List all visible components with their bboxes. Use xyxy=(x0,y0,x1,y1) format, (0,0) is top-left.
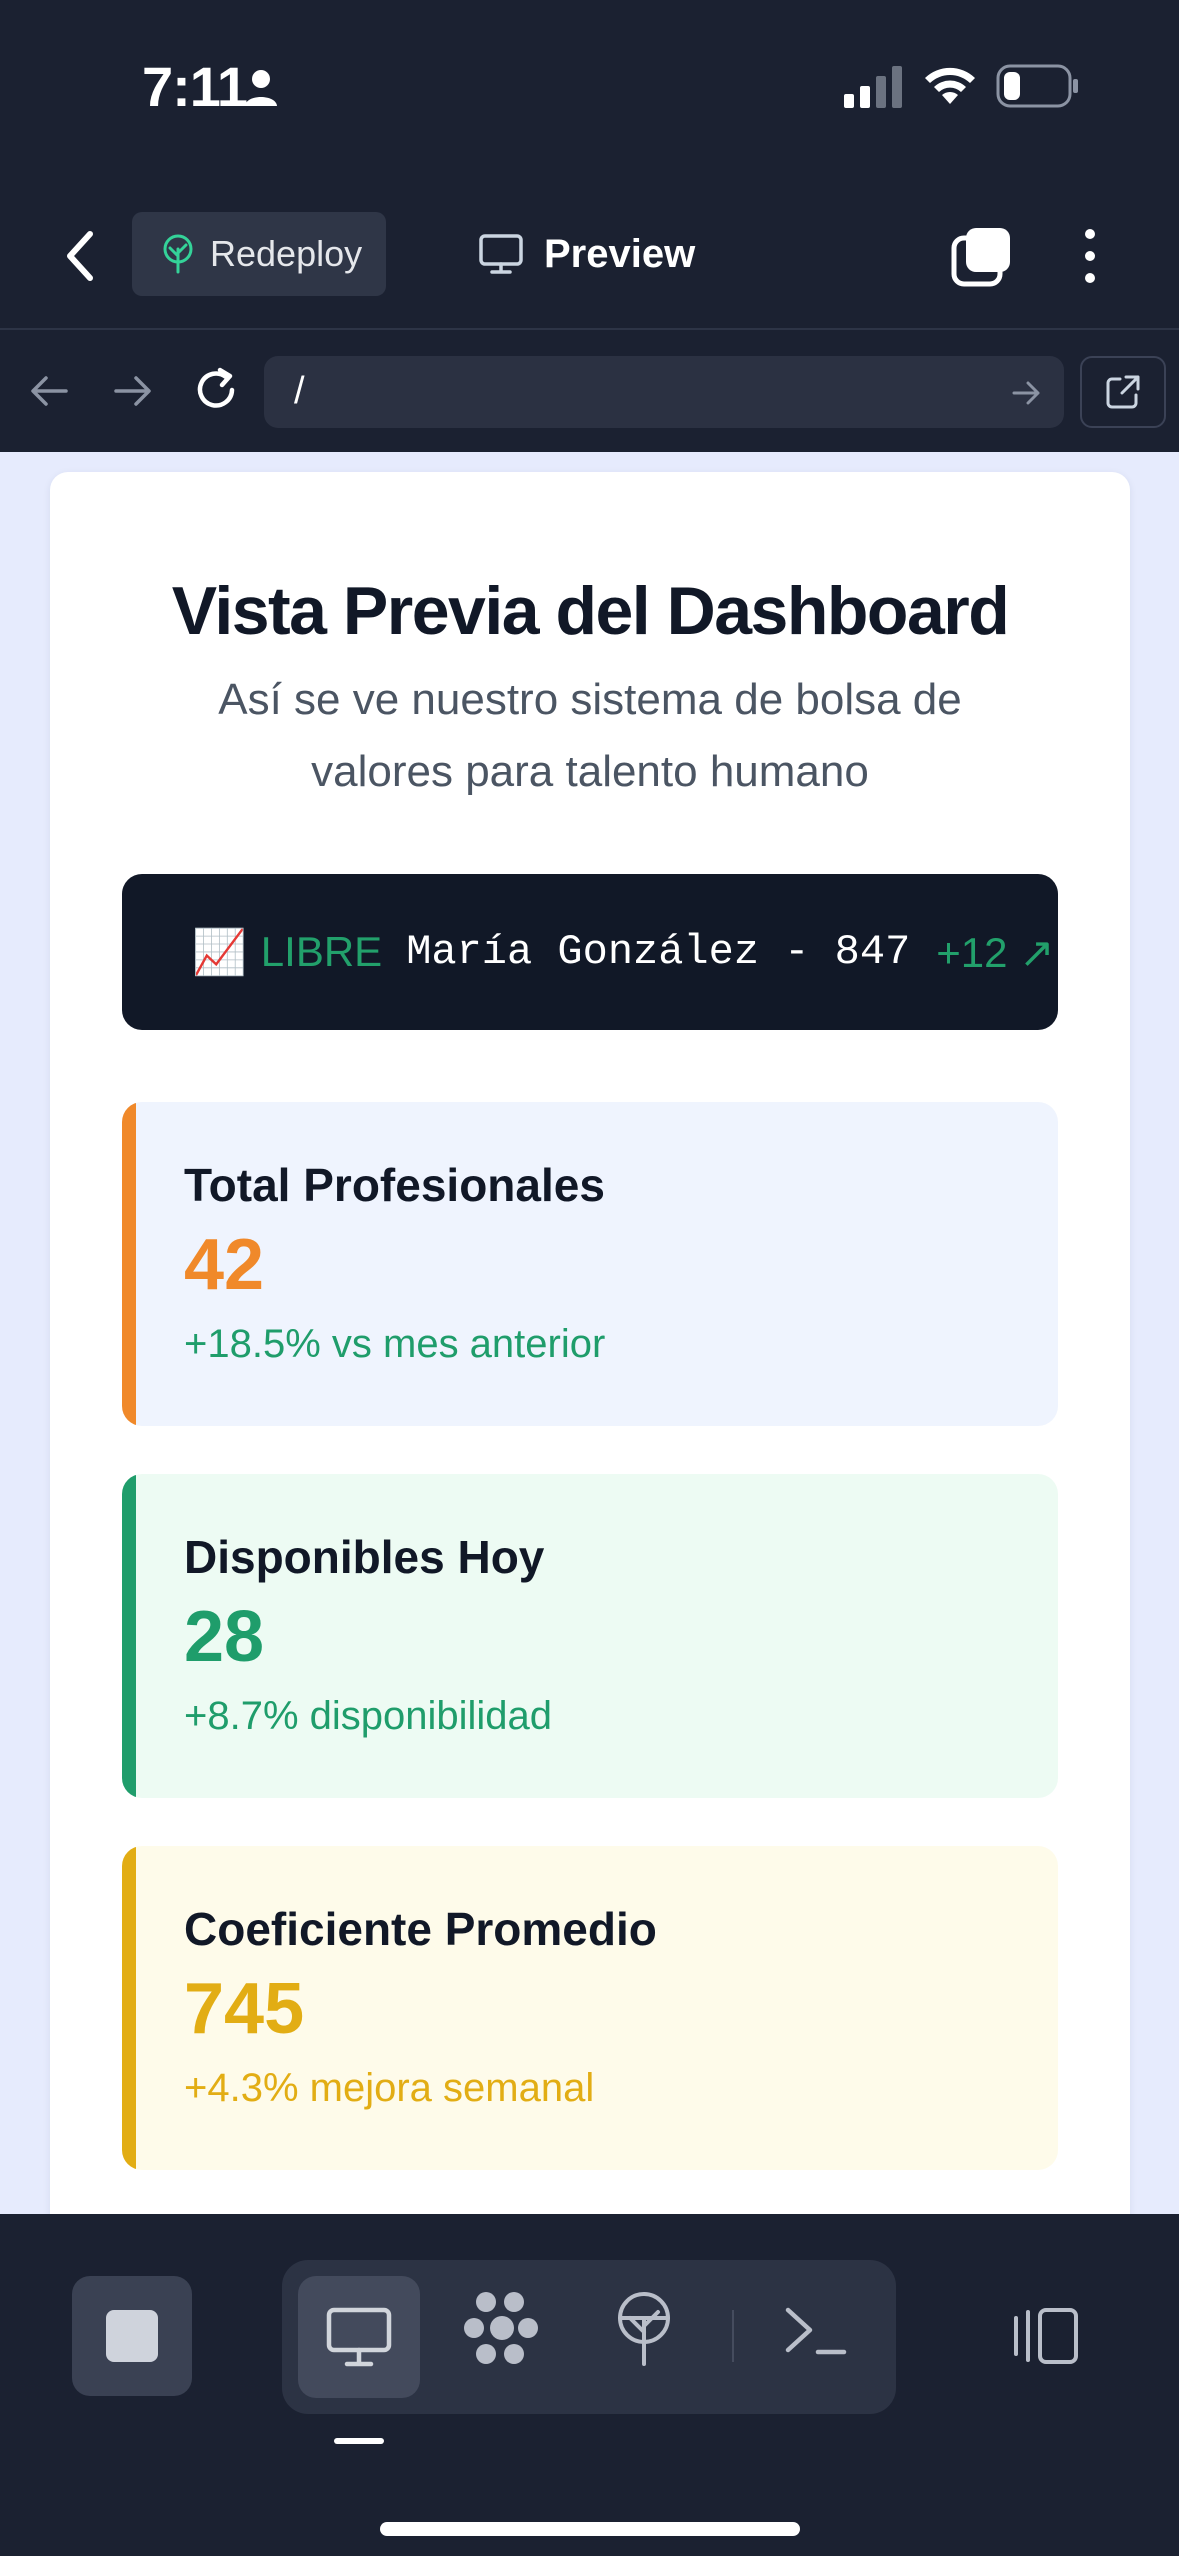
app-header: Redeploy Preview xyxy=(0,180,1179,330)
reload-icon[interactable] xyxy=(190,364,242,421)
stat-trend: +18.5% vs mes anterior xyxy=(184,1322,606,1366)
mode-switcher xyxy=(282,2260,896,2414)
stat-trend: +4.3% mejora semanal xyxy=(184,2066,595,2110)
stat-label: Total Profesionales xyxy=(184,1159,605,1211)
chevron-left-icon xyxy=(67,231,93,281)
back-button[interactable] xyxy=(60,226,110,286)
url-text: / xyxy=(294,370,305,412)
preview-label: Preview xyxy=(544,231,696,276)
deploy-icon[interactable] xyxy=(612,2288,676,2373)
monitor-icon xyxy=(479,234,523,274)
stat-card-available-today: Disponibles Hoy 28 +8.7% disponibilidad xyxy=(122,1474,1058,1798)
ticker-change: +12 ↗ xyxy=(936,928,1055,976)
monitor-icon xyxy=(326,2307,392,2367)
accent-stripe xyxy=(122,1102,136,1426)
more-vertical-icon xyxy=(1085,229,1095,283)
stat-card-average-coefficient: Coeficiente Promedio 745 +4.3% mejora se… xyxy=(122,1846,1058,2170)
divider xyxy=(732,2310,734,2362)
layout-panel-icon[interactable] xyxy=(1010,2306,1080,2371)
stat-label: Disponibles Hoy xyxy=(184,1531,545,1583)
ticker-entry: María González - 847 xyxy=(406,928,911,976)
bottom-toolbar xyxy=(0,2214,1179,2556)
tabs-button[interactable] xyxy=(950,224,1014,288)
battery-icon xyxy=(996,64,1080,113)
stat-label: Coeficiente Promedio xyxy=(184,1903,657,1955)
url-bar: / xyxy=(0,332,1179,452)
status-time: 7:11 xyxy=(142,55,248,118)
stat-value: 745 xyxy=(184,1969,305,2049)
preview-tab[interactable]: Preview xyxy=(478,212,695,296)
open-external-button[interactable] xyxy=(1080,356,1166,428)
page-title: Vista Previa del Dashboard xyxy=(171,573,1010,649)
stop-icon xyxy=(106,2310,158,2362)
external-link-icon xyxy=(1106,375,1140,409)
stat-value: 42 xyxy=(184,1225,265,1305)
accent-stripe xyxy=(122,1474,136,1798)
preview-mode-button[interactable] xyxy=(298,2276,420,2398)
chart-up-icon: 📈 xyxy=(192,928,247,977)
stat-card-total-professionals: Total Profesionales 42 +18.5% vs mes ant… xyxy=(122,1102,1058,1426)
arrow-right-icon[interactable] xyxy=(110,368,156,419)
person-icon xyxy=(244,68,278,113)
tabs-icon xyxy=(951,228,1010,287)
redeploy-button[interactable]: Redeploy xyxy=(132,212,386,296)
status-bar: 7:11 xyxy=(0,0,1179,180)
accent-stripe xyxy=(122,1846,136,2170)
terminal-icon[interactable] xyxy=(782,2300,848,2365)
stock-ticker: 📈 LIBRE María González - 847 +12 ↗ xyxy=(122,874,1058,1030)
arrow-left-icon[interactable] xyxy=(26,368,72,419)
ticker-status: LIBRE xyxy=(260,928,383,975)
active-mode-indicator xyxy=(334,2438,384,2444)
home-indicator xyxy=(380,2522,800,2536)
stop-button[interactable] xyxy=(72,2276,192,2396)
go-arrow-icon[interactable] xyxy=(1010,376,1044,415)
more-options-button[interactable] xyxy=(1070,224,1110,288)
url-input[interactable]: / xyxy=(264,356,1064,428)
agent-icon[interactable] xyxy=(462,2288,542,2373)
wifi-icon xyxy=(922,62,978,111)
dashboard-card: Vista Previa del Dashboard Así se ve nue… xyxy=(50,472,1130,2214)
cellular-signal-icon xyxy=(844,66,904,113)
stat-trend: +8.7% disponibilidad xyxy=(184,1694,553,1738)
redeploy-label: Redeploy xyxy=(210,233,363,274)
page-subtitle: Así se ve nuestro sistema de bolsa de va… xyxy=(218,675,962,796)
web-preview: Vista Previa del Dashboard Así se ve nue… xyxy=(0,452,1179,2214)
stat-value: 28 xyxy=(184,1597,265,1677)
deploy-tree-icon xyxy=(163,234,193,274)
